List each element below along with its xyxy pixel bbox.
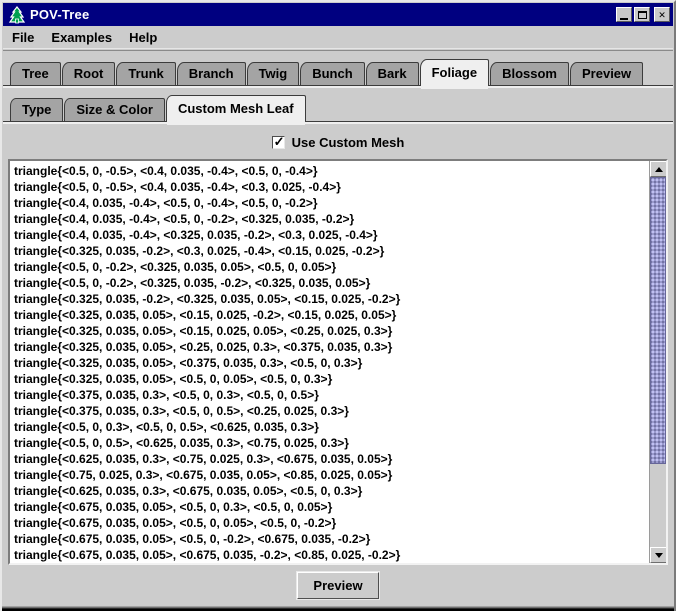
mesh-line: triangle{<0.625, 0.035, 0.3>, <0.675, 0.… [14, 483, 647, 499]
vertical-scrollbar[interactable] [649, 161, 666, 563]
mesh-line: triangle{<0.5, 0, 0.3>, <0.5, 0, 0.5>, <… [14, 419, 647, 435]
window-title: POV-Tree [30, 7, 89, 22]
mesh-line: triangle{<0.5, 0, -0.2>, <0.325, 0.035, … [14, 259, 647, 275]
mesh-line: triangle{<0.4, 0.035, -0.4>, <0.5, 0, -0… [14, 211, 647, 227]
tab-trunk[interactable]: Trunk [116, 62, 175, 85]
titlebar[interactable]: POV-Tree ✕ [3, 3, 673, 26]
mesh-line: triangle{<0.5, 0, 0.5>, <0.625, 0.035, 0… [14, 435, 647, 451]
arrow-down-icon [655, 553, 663, 558]
close-button[interactable]: ✕ [654, 7, 670, 22]
mesh-line: triangle{<0.75, 0.025, 0.3>, <0.675, 0.0… [14, 467, 647, 483]
menu-item-help[interactable]: Help [129, 30, 157, 45]
main-panel: TreeRootTrunkBranchTwigBunchBarkFoliageB… [3, 50, 673, 567]
menu-item-file[interactable]: File [12, 30, 34, 45]
mesh-lines[interactable]: triangle{<0.5, 0, -0.5>, <0.4, 0.035, -0… [10, 161, 647, 563]
tab-bark[interactable]: Bark [366, 62, 419, 85]
menu-item-examples[interactable]: Examples [51, 30, 112, 45]
tab-tree[interactable]: Tree [10, 62, 61, 85]
tab-foliage[interactable]: Foliage [420, 59, 490, 85]
minimize-button[interactable] [616, 7, 632, 22]
mesh-line: triangle{<0.625, 0.035, 0.3>, <0.75, 0.0… [14, 451, 647, 467]
tab-branch[interactable]: Branch [177, 62, 246, 85]
scrollbar-thumb[interactable] [650, 177, 666, 464]
mesh-line: triangle{<0.325, 0.035, 0.05>, <0.25, 0.… [14, 339, 647, 355]
foliage-sub-tab-bar: TypeSize & ColorCustom Mesh Leaf [3, 95, 673, 121]
mesh-line: triangle{<0.4, 0.035, -0.4>, <0.325, 0.0… [14, 227, 647, 243]
mesh-line: triangle{<0.325, 0.035, -0.2>, <0.3, 0.0… [14, 243, 647, 259]
mesh-line: triangle{<0.375, 0.035, 0.3>, <0.5, 0, 0… [14, 387, 647, 403]
preview-button[interactable]: Preview [297, 572, 379, 599]
application-window: POV-Tree ✕ File Examples Help TreeRootTrun… [0, 0, 676, 611]
window-bottom-edge [2, 605, 674, 611]
menubar: File Examples Help [3, 27, 673, 49]
mesh-text-area[interactable]: triangle{<0.5, 0, -0.5>, <0.4, 0.035, -0… [8, 159, 668, 565]
subtab-size-color[interactable]: Size & Color [64, 98, 165, 121]
sub-tab-strip [3, 121, 673, 124]
mesh-line: triangle{<0.675, 0.035, 0.05>, <0.5, 0, … [14, 499, 647, 515]
minimize-icon [620, 17, 628, 20]
close-icon: ✕ [659, 9, 666, 20]
mesh-line: triangle{<0.325, 0.035, 0.05>, <0.15, 0.… [14, 307, 647, 323]
mesh-line: triangle{<0.325, 0.035, 0.05>, <0.15, 0.… [14, 323, 647, 339]
main-tab-strip [3, 85, 673, 88]
scroll-down-button[interactable] [650, 547, 667, 563]
use-custom-mesh-row: ✓ Use Custom Mesh [3, 134, 673, 150]
footer: Preview [3, 567, 673, 603]
mesh-line: triangle{<0.5, 0, -0.2>, <0.325, 0.035, … [14, 275, 647, 291]
mesh-line: triangle{<0.5, 0, -0.5>, <0.4, 0.035, -0… [14, 179, 647, 195]
mesh-line: triangle{<0.675, 0.035, 0.05>, <0.675, 0… [14, 547, 647, 563]
tab-blossom[interactable]: Blossom [490, 62, 569, 85]
mesh-line: triangle{<0.375, 0.035, 0.3>, <0.5, 0, 0… [14, 403, 647, 419]
tab-twig[interactable]: Twig [247, 62, 300, 85]
maximize-icon [638, 11, 647, 19]
arrow-up-icon [655, 167, 663, 172]
tab-preview[interactable]: Preview [570, 62, 643, 85]
scroll-up-button[interactable] [650, 161, 667, 177]
mesh-line: triangle{<0.4, 0.035, -0.4>, <0.5, 0, -0… [14, 195, 647, 211]
mesh-line: triangle{<0.5, 0, -0.5>, <0.4, 0.035, -0… [14, 163, 647, 179]
use-custom-mesh-label: Use Custom Mesh [292, 135, 405, 150]
main-tab-bar: TreeRootTrunkBranchTwigBunchBarkFoliageB… [3, 59, 673, 85]
mesh-line: triangle{<0.325, 0.035, 0.05>, <0.5, 0, … [14, 371, 647, 387]
mesh-line: triangle{<0.675, 0.035, 0.05>, <0.5, 0, … [14, 531, 647, 547]
check-icon: ✓ [274, 134, 285, 150]
subtab-custom-mesh-leaf[interactable]: Custom Mesh Leaf [166, 95, 306, 121]
tab-bunch[interactable]: Bunch [300, 62, 364, 85]
tab-root[interactable]: Root [62, 62, 116, 85]
maximize-button[interactable] [634, 7, 650, 22]
subtab-type[interactable]: Type [10, 98, 63, 121]
mesh-line: triangle{<0.675, 0.035, 0.05>, <0.5, 0, … [14, 515, 647, 531]
mesh-line: triangle{<0.325, 0.035, -0.2>, <0.325, 0… [14, 291, 647, 307]
mesh-line: triangle{<0.325, 0.035, 0.05>, <0.375, 0… [14, 355, 647, 371]
tree-icon [8, 6, 26, 24]
use-custom-mesh-checkbox[interactable]: ✓ [272, 136, 285, 149]
